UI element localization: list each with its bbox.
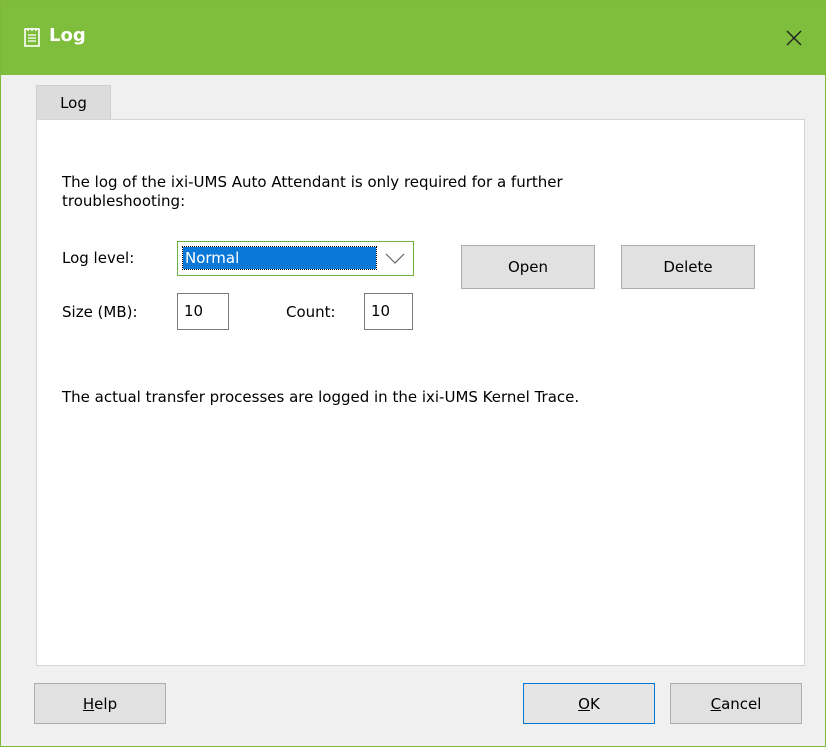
cancel-button[interactable]: Cancel xyxy=(670,683,802,724)
log-tab-panel: The log of the ixi-UMS Auto Attendant is… xyxy=(36,119,805,666)
log-dialog: Log Log The log of the ixi-UMS Auto Atte… xyxy=(0,0,826,747)
window-title: Log xyxy=(49,25,86,46)
close-icon xyxy=(786,30,802,46)
log-level-label: Log level: xyxy=(62,249,135,267)
size-label: Size (MB): xyxy=(62,303,138,321)
notepad-icon xyxy=(24,28,40,47)
note-text: The actual transfer processes are logged… xyxy=(62,388,580,406)
ok-button[interactable]: OK xyxy=(523,683,655,724)
count-label: Count: xyxy=(286,303,336,321)
close-button[interactable] xyxy=(763,1,825,75)
log-level-value: Normal xyxy=(182,246,377,270)
ok-button-label: OK xyxy=(578,694,600,713)
size-input[interactable]: 10 xyxy=(177,293,229,330)
description-text: The log of the ixi-UMS Auto Attendant is… xyxy=(62,173,563,210)
help-button[interactable]: Help xyxy=(34,683,166,724)
delete-button-label: Delete xyxy=(663,258,713,276)
title-bar: Log xyxy=(1,1,825,75)
help-button-label: Help xyxy=(82,694,118,713)
open-button[interactable]: Open xyxy=(461,245,595,289)
chevron-down-icon xyxy=(385,253,405,264)
delete-button[interactable]: Delete xyxy=(621,245,755,289)
count-input[interactable]: 10 xyxy=(364,293,413,330)
cancel-button-label: Cancel xyxy=(710,694,762,713)
tab-log[interactable]: Log xyxy=(36,85,111,119)
open-button-label: Open xyxy=(507,258,549,276)
log-level-select[interactable]: Normal xyxy=(177,241,414,276)
tab-label: Log xyxy=(60,93,87,112)
